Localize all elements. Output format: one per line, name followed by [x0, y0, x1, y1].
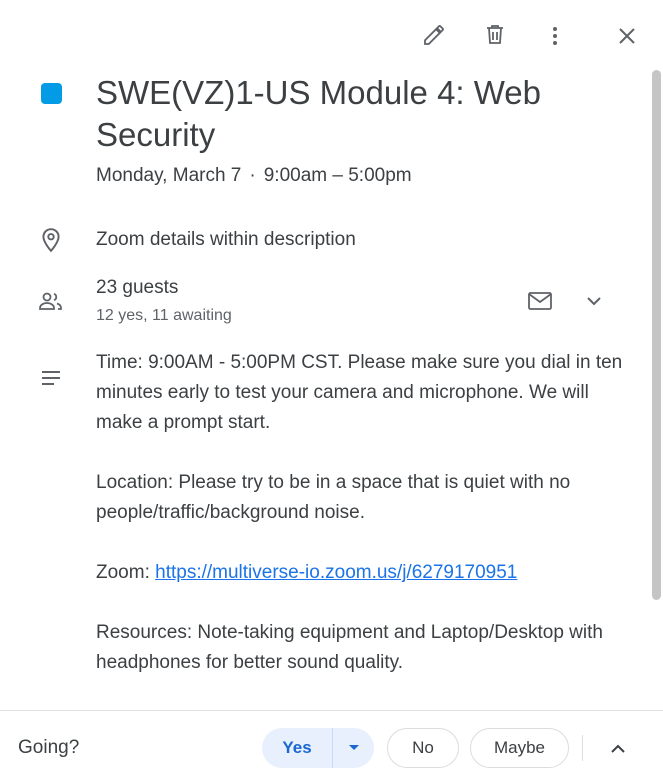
location-text: Zoom details within description [96, 229, 356, 250]
chevron-up-icon [611, 744, 625, 753]
event-datetime: Monday, March 7 · 9:00am – 5:00pm [96, 163, 412, 189]
scrollbar[interactable] [652, 70, 661, 600]
more-vert-icon [553, 27, 557, 45]
email-guests-button[interactable] [522, 283, 558, 319]
footer-divider [582, 735, 583, 761]
yes-button[interactable]: Yes [262, 738, 332, 758]
edit-button[interactable] [416, 17, 452, 53]
zoom-link[interactable]: https://multiverse-io.zoom.us/j/62791709… [155, 562, 517, 583]
event-date: Monday, March 7 [96, 165, 242, 186]
description-paragraph: Resources: Note-taking equipment and Lap… [96, 622, 603, 673]
datetime-separator: · [249, 165, 256, 186]
going-label: Going? [18, 737, 80, 758]
yes-dropdown-button[interactable] [333, 728, 374, 768]
description-paragraph: Location: Please try to be in a space th… [96, 472, 571, 523]
people-icon [33, 283, 69, 319]
mail-icon [528, 292, 552, 310]
event-description: Time: 9:00AM - 5:00PM CST. Please make s… [96, 348, 626, 708]
expand-guests-button[interactable] [576, 283, 612, 319]
rsvp-footer: Going? Yes No Maybe [0, 710, 663, 779]
maybe-button[interactable]: Maybe [470, 728, 569, 768]
caret-down-icon [348, 745, 359, 750]
close-button[interactable] [609, 18, 645, 54]
zoom-paragraph: Zoom: https://multiverse-io.zoom.us/j/62… [96, 558, 626, 588]
trash-icon [487, 25, 503, 44]
event-color-chip [41, 83, 62, 104]
more-options-button[interactable] [537, 18, 573, 54]
yes-button-group: Yes [262, 728, 374, 768]
notes-icon [33, 360, 69, 396]
event-time: 9:00am – 5:00pm [263, 165, 412, 186]
close-icon [619, 28, 635, 44]
pencil-icon [424, 25, 444, 45]
location-pin-icon [33, 222, 69, 258]
guests-summary: 12 yes, 11 awaiting [96, 307, 232, 324]
no-button[interactable]: No [387, 728, 459, 768]
collapse-button[interactable] [600, 731, 636, 767]
zoom-label: Zoom: [96, 562, 156, 583]
guests-count[interactable]: 23 guests [96, 275, 178, 301]
delete-button[interactable] [477, 16, 513, 52]
description-paragraph: Time: 9:00AM - 5:00PM CST. Please make s… [96, 352, 623, 433]
event-title: SWE(VZ)1-US Module 4: Web Security [96, 74, 542, 153]
chevron-down-icon [587, 297, 601, 306]
